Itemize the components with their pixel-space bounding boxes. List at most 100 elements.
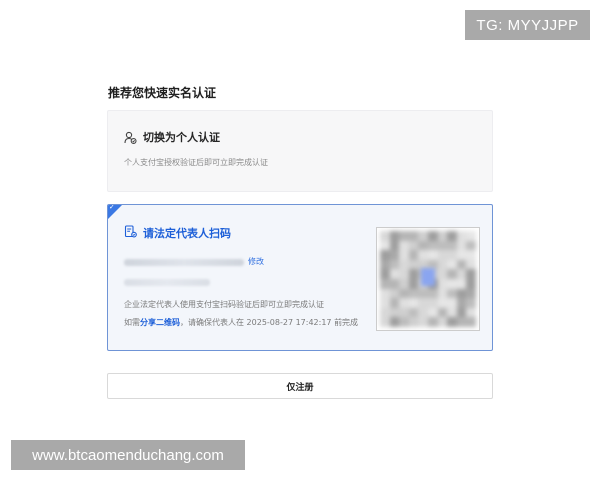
qr-cell (456, 307, 467, 318)
qr-cell (466, 317, 476, 327)
qr-cell (437, 288, 448, 299)
qr-cell (437, 279, 448, 289)
qr-cell (447, 307, 457, 318)
qr-cell (399, 288, 409, 299)
qr-cell (399, 298, 409, 308)
legal-rep-title: 请法定代表人扫码 (143, 226, 231, 240)
qr-cell (399, 240, 409, 251)
qr-center-logo (421, 268, 435, 286)
qr-cell (418, 298, 428, 308)
qr-cell (437, 298, 448, 308)
redacted-company-name (124, 259, 244, 266)
qr-cell (380, 231, 390, 241)
qr-cell (408, 231, 419, 241)
qr-cell (456, 259, 467, 270)
site-watermark: www.btcaomenduchang.com (11, 440, 245, 470)
qr-cell (418, 317, 428, 327)
qr-cell (428, 288, 438, 299)
qr-cell (408, 298, 419, 308)
qr-cell (389, 288, 400, 299)
personal-auth-header: 切换为个人认证 (124, 129, 220, 145)
personal-auth-card[interactable]: 切换为个人认证 个人支付宝授权验证后即可立即完成认证 (107, 110, 493, 192)
qr-cell (428, 298, 438, 308)
qr-cell (418, 250, 428, 260)
qr-cell (456, 231, 467, 241)
qr-cell (389, 269, 400, 279)
qr-cell (466, 288, 476, 299)
qr-cell (456, 269, 467, 279)
qr-cell (380, 298, 390, 308)
qr-cell (399, 259, 409, 270)
qr-cell (447, 231, 457, 241)
qr-cell (456, 288, 467, 299)
qr-cell (456, 317, 467, 327)
qr-cell (418, 288, 428, 299)
qr-cell (447, 250, 457, 260)
qr-cell (389, 279, 400, 289)
qr-cell (380, 269, 390, 279)
qr-cell (428, 250, 438, 260)
qr-cell (437, 307, 448, 318)
qr-cell (428, 317, 438, 327)
qr-cell (399, 269, 409, 279)
personal-auth-title: 切换为个人认证 (143, 131, 220, 144)
qr-cell (437, 231, 448, 241)
qr-cell (447, 298, 457, 308)
qr-cell (447, 317, 457, 327)
legal-rep-description: 企业法定代表人使用支付宝扫码验证后即可立即完成认证 (124, 300, 324, 309)
personal-auth-description: 个人支付宝授权验证后即可立即完成认证 (124, 158, 268, 167)
qr-cell (428, 307, 438, 318)
qr-cell (380, 240, 390, 251)
qr-cell (466, 269, 476, 279)
qr-cell (466, 231, 476, 241)
qr-cell (408, 269, 419, 279)
qr-cell (466, 240, 476, 251)
qr-cell (466, 307, 476, 318)
qr-cell (437, 269, 448, 279)
qr-cell (389, 298, 400, 308)
qr-cell (380, 250, 390, 260)
qr-cell (389, 259, 400, 270)
qr-cell (389, 240, 400, 251)
qr-cell (437, 259, 448, 270)
qr-cell (389, 231, 400, 241)
qr-cell (399, 250, 409, 260)
qr-cell (389, 250, 400, 260)
qr-cell (380, 279, 390, 289)
qr-cell (428, 240, 438, 251)
qr-cell (399, 231, 409, 241)
legal-rep-auth-card[interactable]: ✓ 请法定代表人扫码 修改 企业法定代表人使用支付宝扫码验证后即可立即完成认证 … (107, 204, 493, 351)
qr-cell (399, 307, 409, 318)
qr-cell (447, 288, 457, 299)
qr-cell (408, 317, 419, 327)
qr-cell (408, 259, 419, 270)
qr-cell (466, 298, 476, 308)
qr-cell (408, 240, 419, 251)
qr-cell (466, 259, 476, 270)
modify-link[interactable]: 修改 (248, 256, 264, 267)
person-switch-icon (124, 131, 137, 144)
qr-cell (437, 250, 448, 260)
qr-cell (380, 288, 390, 299)
note-suffix: 前完成 (334, 318, 359, 327)
share-qr-link[interactable]: 分享二维码 (140, 318, 180, 327)
qr-cell (466, 250, 476, 260)
qr-cell (380, 259, 390, 270)
telegram-badge: TG: MYYJJPP (465, 10, 590, 40)
qr-cell (447, 269, 457, 279)
redacted-rep-info (124, 279, 210, 286)
qr-cell (380, 307, 390, 318)
qr-cell (456, 279, 467, 289)
qr-cell (447, 279, 457, 289)
qr-cell (408, 307, 419, 318)
note-prefix: 如需 (124, 318, 140, 327)
qr-cell (437, 240, 448, 251)
share-qr-note: 如需分享二维码，请确保代表人在 2025-08-27 17:42:17 前完成 (124, 317, 358, 328)
qr-cell (389, 317, 400, 327)
register-only-button[interactable]: 仅注册 (107, 373, 493, 399)
qr-cell (447, 259, 457, 270)
qr-cell (418, 240, 428, 251)
id-card-scan-icon (124, 223, 137, 242)
page-title: 推荐您快速实名认证 (108, 86, 217, 100)
qr-cell (418, 307, 428, 318)
